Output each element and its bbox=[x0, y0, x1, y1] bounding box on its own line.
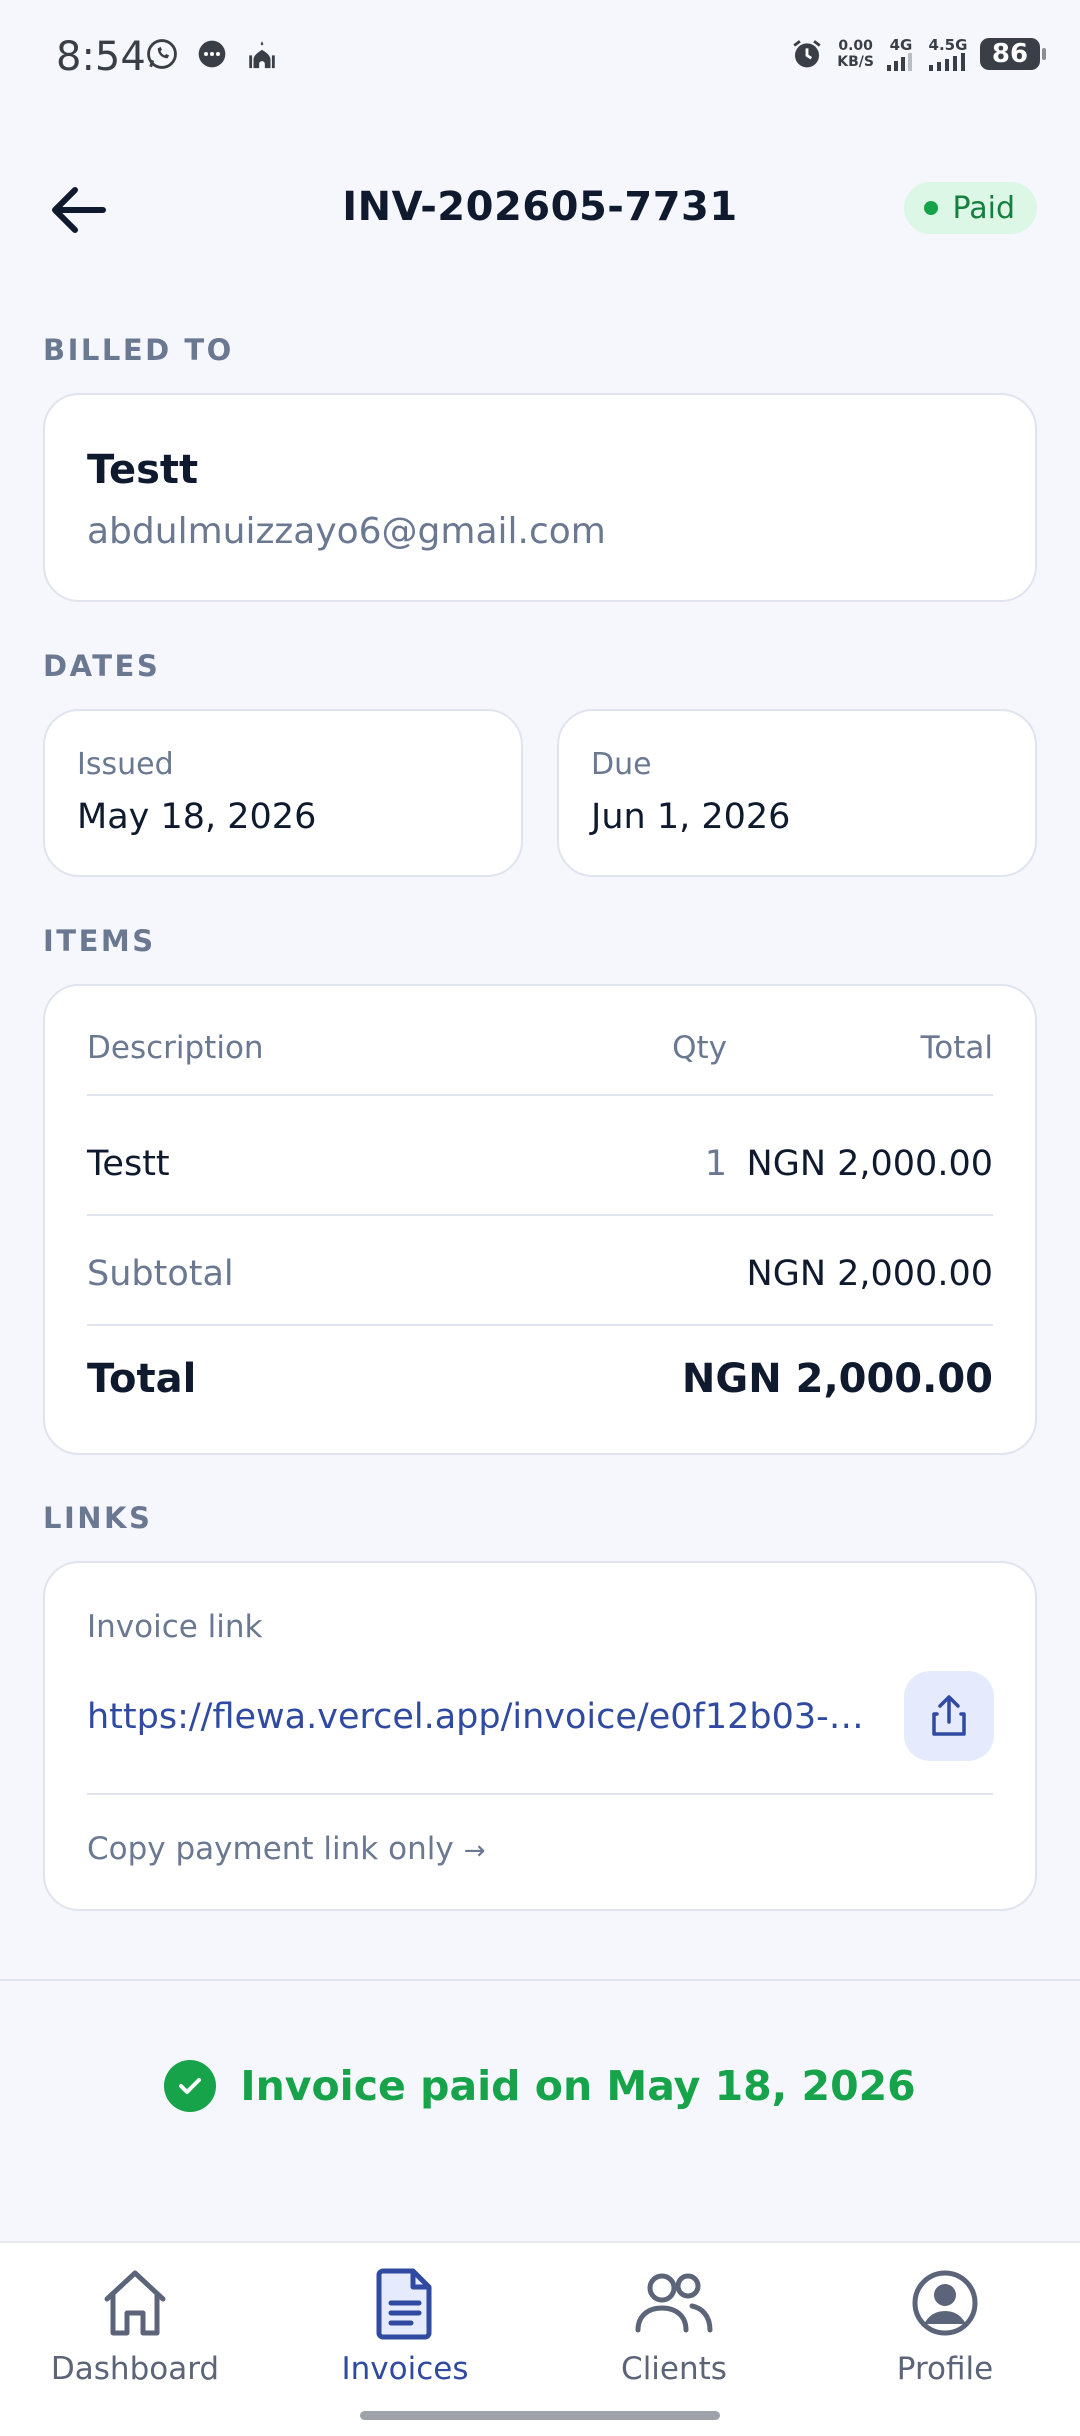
nav-label-invoices: Invoices bbox=[341, 2351, 469, 2387]
paid-banner-text: Invoice paid on May 18, 2026 bbox=[240, 2062, 916, 2110]
due-date-card: Due Jun 1, 2026 bbox=[557, 709, 1037, 877]
notification-icons bbox=[144, 36, 280, 72]
subtotal-value: NGN 2,000.00 bbox=[746, 1254, 993, 1294]
status-bar: 8:54 0.00 KB/S 4G 4.5G 86 bbox=[0, 0, 1080, 120]
billed-to-heading: BILLED TO bbox=[43, 333, 234, 367]
signal-45g-label: 4.5G bbox=[928, 36, 968, 54]
paid-banner: Invoice paid on May 18, 2026 bbox=[0, 2060, 1080, 2112]
item-description: Testt bbox=[87, 1144, 170, 1184]
arrow-right-icon: → bbox=[463, 1836, 486, 1866]
mosque-icon bbox=[244, 36, 280, 72]
chat-bubble-icon bbox=[194, 36, 230, 72]
copy-payment-link-label: Copy payment link only bbox=[87, 1831, 454, 1867]
network-speed-unit: KB/S bbox=[837, 54, 874, 70]
users-icon bbox=[634, 2263, 714, 2343]
signal-45g: 4.5G bbox=[928, 37, 968, 71]
item-qty: 1 bbox=[704, 1144, 727, 1184]
column-qty: Qty bbox=[672, 1030, 727, 1066]
system-icons: 0.00 KB/S 4G 4.5G 86 bbox=[789, 36, 1046, 72]
whatsapp-icon bbox=[144, 36, 180, 72]
links-card: Invoice link https://flewa.vercel.app/in… bbox=[43, 1561, 1037, 1911]
network-speed-value: 0.00 bbox=[838, 38, 873, 54]
battery-indicator: 86 bbox=[980, 38, 1046, 70]
divider bbox=[0, 1979, 1080, 1981]
nav-label-profile: Profile bbox=[896, 2351, 994, 2387]
divider bbox=[87, 1094, 993, 1096]
invoice-link-label: Invoice link bbox=[87, 1609, 263, 1645]
nav-item-clients[interactable]: Clients bbox=[559, 2263, 789, 2403]
status-badge-label: Paid bbox=[952, 190, 1015, 226]
divider bbox=[87, 1324, 993, 1326]
signal-4g-label: 4G bbox=[889, 36, 913, 54]
signal-bars-icon bbox=[887, 53, 912, 71]
items-table-header: Description Qty Total bbox=[87, 1030, 993, 1066]
column-total: Total bbox=[920, 1030, 993, 1066]
subtotal-label: Subtotal bbox=[87, 1254, 234, 1294]
due-date: Jun 1, 2026 bbox=[591, 797, 791, 837]
user-circle-icon bbox=[905, 2263, 985, 2343]
invoice-link-url[interactable]: https://flewa.vercel.app/invoice/e0f12b0… bbox=[87, 1697, 877, 1737]
document-icon bbox=[365, 2263, 445, 2343]
divider bbox=[87, 1214, 993, 1216]
status-time: 8:54 bbox=[56, 34, 146, 80]
links-heading: LINKS bbox=[43, 1501, 153, 1535]
issued-date: May 18, 2026 bbox=[77, 797, 317, 837]
total-label: Total bbox=[87, 1356, 197, 1402]
issued-date-card: Issued May 18, 2026 bbox=[43, 709, 523, 877]
status-badge: Paid bbox=[904, 182, 1037, 234]
share-button[interactable] bbox=[904, 1671, 994, 1761]
items-heading: ITEMS bbox=[43, 924, 156, 958]
column-description: Description bbox=[87, 1030, 264, 1066]
total-value: NGN 2,000.00 bbox=[681, 1356, 993, 1402]
billed-to-card: Testt abdulmuizzayo6@gmail.com bbox=[43, 393, 1037, 602]
copy-payment-link-button[interactable]: Copy payment link only → bbox=[87, 1831, 485, 1867]
bottom-nav: Dashboard Invoices Clients Profile bbox=[0, 2241, 1080, 2436]
items-card: Description Qty Total Testt 1 NGN 2,000.… bbox=[43, 984, 1037, 1455]
check-circle-icon bbox=[164, 2060, 217, 2112]
network-speed: 0.00 KB/S bbox=[837, 38, 874, 70]
dates-heading: DATES bbox=[43, 649, 161, 683]
due-label: Due bbox=[591, 747, 652, 782]
alarm-icon bbox=[789, 36, 825, 72]
client-name: Testt bbox=[87, 447, 199, 493]
nav-item-profile[interactable]: Profile bbox=[830, 2263, 1060, 2403]
home-icon bbox=[95, 2263, 175, 2343]
item-total: NGN 2,000.00 bbox=[746, 1144, 993, 1184]
subtotal-row: Subtotal NGN 2,000.00 bbox=[87, 1254, 993, 1294]
signal-4g: 4G bbox=[886, 37, 916, 71]
table-row: Testt 1 NGN 2,000.00 bbox=[87, 1144, 993, 1184]
share-icon bbox=[932, 1695, 966, 1736]
home-indicator[interactable] bbox=[360, 2411, 720, 2420]
nav-label-dashboard: Dashboard bbox=[50, 2351, 220, 2387]
issued-label: Issued bbox=[77, 747, 174, 782]
nav-item-invoices[interactable]: Invoices bbox=[290, 2263, 520, 2403]
client-email: abdulmuizzayo6@gmail.com bbox=[87, 511, 606, 552]
battery-level: 86 bbox=[991, 39, 1029, 69]
invoice-detail-screen: 8:54 0.00 KB/S 4G 4.5G 86 INV-202605-773… bbox=[0, 0, 1080, 2436]
nav-item-dashboard[interactable]: Dashboard bbox=[20, 2263, 250, 2403]
divider bbox=[87, 1793, 993, 1795]
nav-label-clients: Clients bbox=[621, 2351, 727, 2387]
total-row: Total NGN 2,000.00 bbox=[87, 1356, 993, 1402]
signal-bars-icon bbox=[929, 53, 965, 71]
app-header: INV-202605-7731 Paid bbox=[0, 160, 1080, 260]
status-dot-icon bbox=[924, 201, 939, 215]
